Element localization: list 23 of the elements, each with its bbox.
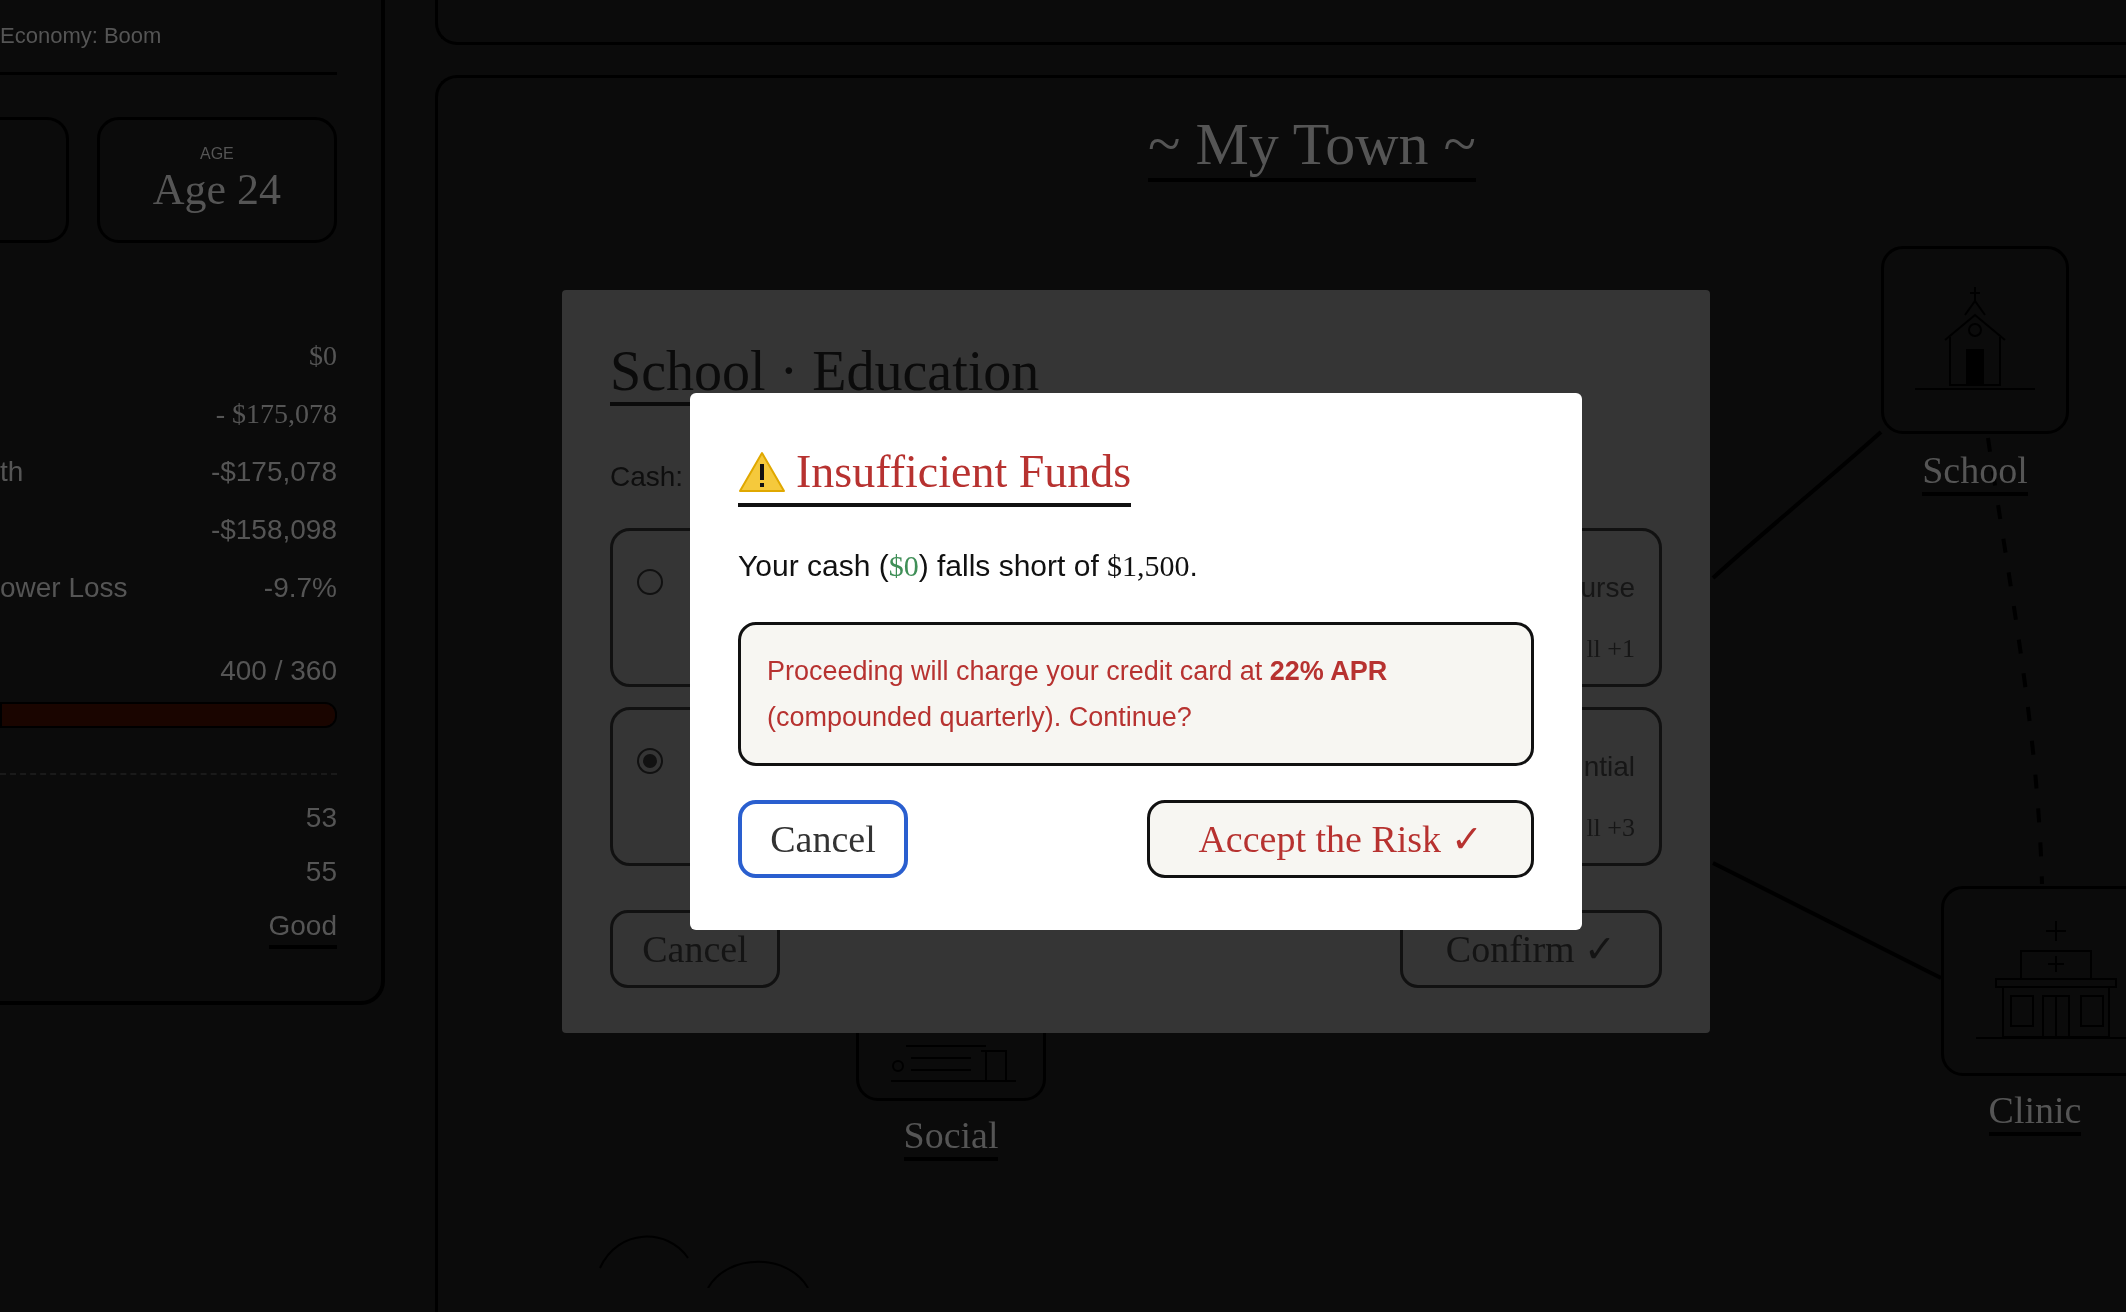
map-node-label[interactable]: Social bbox=[903, 1113, 999, 1161]
score-value: 55 bbox=[305, 855, 337, 889]
map-node-label[interactable]: Clinic bbox=[1988, 1088, 2082, 1136]
map-title: ~ My Town ~ bbox=[1148, 110, 1476, 182]
stat-value: Age 24 bbox=[152, 166, 282, 214]
map-node-label[interactable]: School bbox=[1922, 448, 2028, 496]
alert-message: Your cash ($0) falls short of $1,500. bbox=[738, 548, 1199, 584]
accept-risk-button[interactable]: Accept the Risk ✓ bbox=[1147, 800, 1534, 878]
stat-row-label: th bbox=[0, 455, 24, 489]
stat-row-value: $0 bbox=[309, 339, 337, 373]
score-value: 53 bbox=[305, 801, 337, 835]
stat-row-value: -9.7% bbox=[263, 571, 337, 605]
stat-label: AGE bbox=[200, 144, 234, 164]
score-value: Good bbox=[268, 907, 337, 949]
stat-row-value: -$175,078 bbox=[210, 455, 337, 489]
alert-title: Insufficient Funds bbox=[796, 445, 1132, 499]
stat-row-value: -$158,098 bbox=[210, 513, 337, 547]
meter-reading: 400 / 360 bbox=[220, 654, 337, 688]
stat-row-value: - $175,078 bbox=[215, 397, 337, 431]
economy-status: Economy: Boom bbox=[0, 22, 163, 50]
stat-row-label: ower Loss bbox=[0, 571, 128, 605]
warning-text: Proceeding will charge your credit card at 22% APR (compounded quarterly). Continue? bbox=[767, 655, 1389, 734]
cancel-button[interactable]: Cancel bbox=[738, 800, 908, 878]
